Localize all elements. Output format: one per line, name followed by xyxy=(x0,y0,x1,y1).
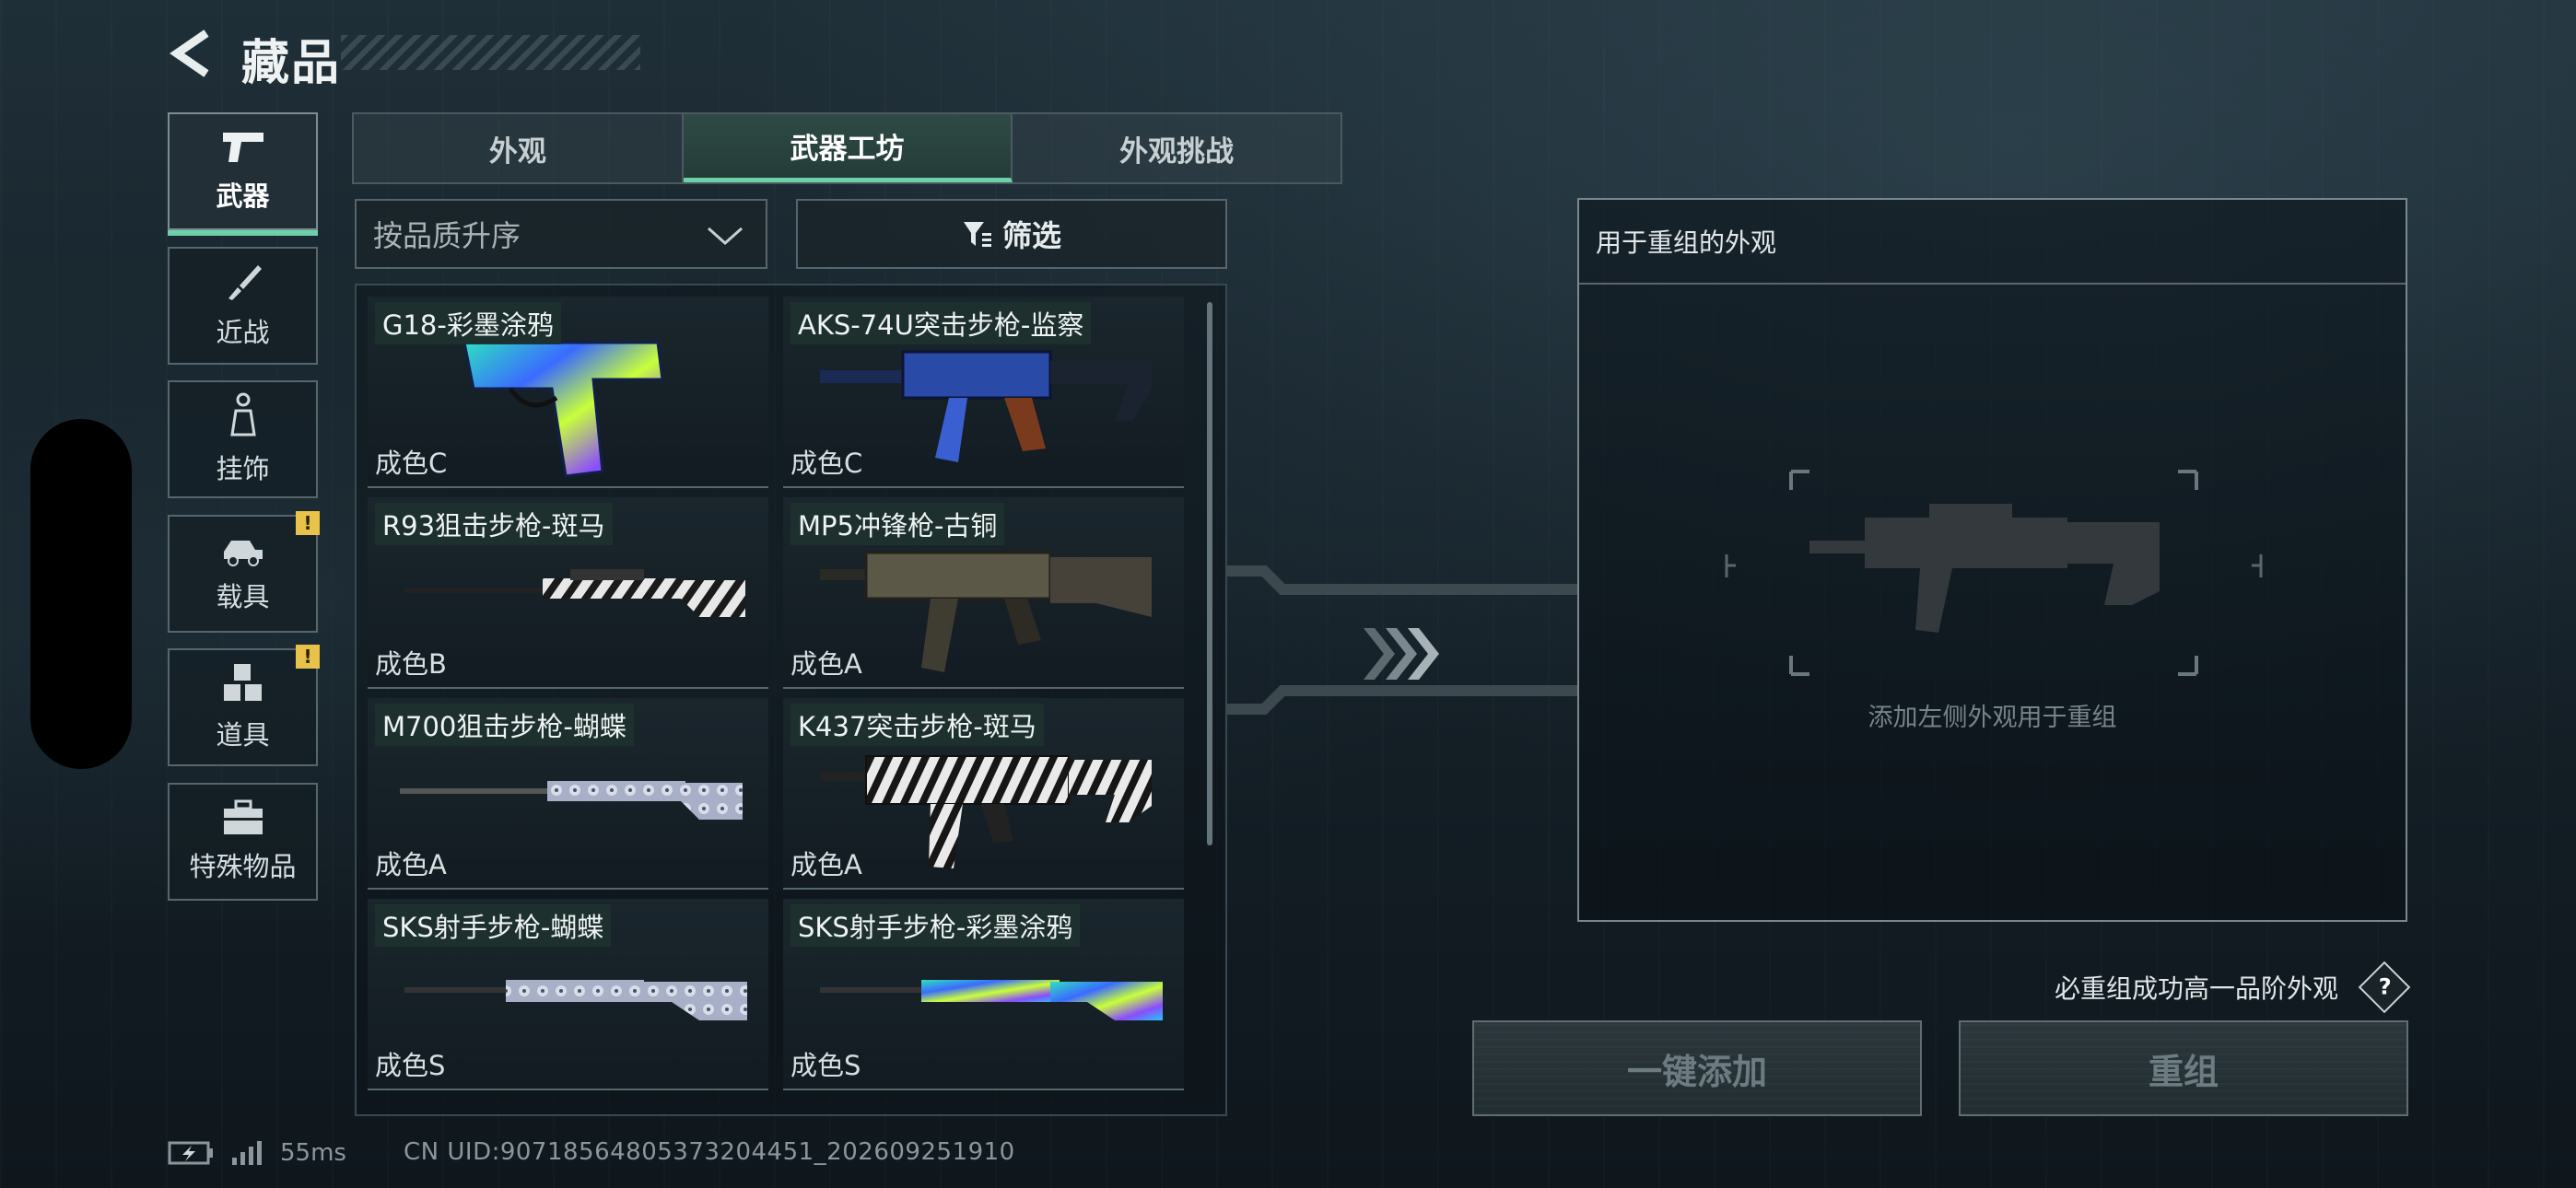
page-title: 藏品 xyxy=(241,36,342,91)
rifle-skin-image xyxy=(820,755,1152,868)
tab-bar: 外观 武器工坊 外观挑战 xyxy=(352,112,1342,184)
skin-card-k437[interactable]: K437突击步枪-斑马 成色A xyxy=(783,698,1184,890)
sort-dropdown[interactable]: 按品质升序 xyxy=(355,199,767,269)
reassemble-button[interactable]: 重组 xyxy=(1959,1020,2408,1116)
cubes-icon xyxy=(223,664,262,701)
category-items[interactable]: 道具 ! xyxy=(168,645,320,766)
skin-grade: 成色A xyxy=(790,849,862,880)
chevron-down-icon xyxy=(708,227,743,246)
title-decoration xyxy=(341,35,640,70)
category-label: 载具 xyxy=(216,581,270,612)
alert-badge: ! xyxy=(296,645,320,669)
skin-grade: 成色S xyxy=(790,1050,861,1081)
skin-grade: 成色A xyxy=(375,849,447,880)
skin-name: M700狙击步枪-蝴蝶 xyxy=(375,704,634,746)
filter-label: 筛选 xyxy=(1001,218,1061,253)
panel-title: 用于重组的外观 xyxy=(1579,200,2406,285)
empty-hint: 添加左侧外观用于重组 xyxy=(1868,704,2117,732)
category-special[interactable]: 特殊物品 xyxy=(168,783,318,901)
skin-grade: 成色S xyxy=(375,1050,446,1081)
active-indicator xyxy=(168,230,318,236)
skin-card-m700[interactable]: M700狙击步枪-蝴蝶 成色A xyxy=(368,698,768,890)
category-label: 武器 xyxy=(216,181,270,212)
smg-skin-image xyxy=(820,551,1152,672)
chevron-right-icon xyxy=(1364,628,1439,680)
rifle-skin-image xyxy=(820,350,1152,462)
category-melee[interactable]: 近战 xyxy=(168,247,318,365)
category-vehicles[interactable]: 载具 ! xyxy=(168,511,320,633)
category-charms[interactable]: 挂饰 xyxy=(168,380,318,498)
vehicle-icon xyxy=(223,541,263,566)
skin-name: AKS-74U突击步枪-监察 xyxy=(790,302,1092,344)
skin-name: SKS射手步枪-蝴蝶 xyxy=(375,904,612,947)
ping-value: 55ms xyxy=(280,1139,346,1167)
quick-add-button[interactable]: 一键添加 xyxy=(1472,1020,1922,1116)
skin-name: K437突击步枪-斑马 xyxy=(790,704,1044,746)
user-uid: CN UID:90718564805373204451_202609251910 xyxy=(404,1138,1015,1166)
category-label: 挂饰 xyxy=(216,453,270,484)
skin-card-sks-ink[interactable]: SKS射手步枪-彩墨涂鸦 成色S xyxy=(783,899,1184,1090)
tab-weapon-workshop[interactable]: 武器工坊 xyxy=(683,114,1013,182)
status-bar: 55ms xyxy=(168,1136,346,1170)
filter-button[interactable]: 筛选 xyxy=(796,199,1227,269)
question-icon: ? xyxy=(2378,973,2392,1000)
marksman-skin-image xyxy=(820,980,1163,1020)
pistol-icon xyxy=(222,133,263,162)
alert-badge: ! xyxy=(296,511,320,535)
guarantee-hint: 必重组成功高一品阶外观 xyxy=(2055,973,2339,1004)
side-handle xyxy=(30,419,132,769)
skin-grade: 成色A xyxy=(790,648,862,680)
empty-slot-rifle-icon xyxy=(1725,470,2263,676)
category-label: 特殊物品 xyxy=(189,851,297,882)
skin-name: G18-彩墨涂鸦 xyxy=(375,302,561,344)
skin-card-sks-butterfly[interactable]: SKS射手步枪-蝴蝶 成色S xyxy=(368,899,768,1090)
sniper-skin-image xyxy=(404,569,745,617)
reassemble-panel: 用于重组的外观 添加左侧外观用于重组 xyxy=(1577,198,2407,922)
sort-value: 按品质升序 xyxy=(373,218,521,253)
knife-icon xyxy=(228,265,262,300)
filter-icon xyxy=(963,222,991,247)
category-weapons[interactable]: 武器 xyxy=(168,112,318,236)
sniper-skin-image xyxy=(400,781,743,820)
tab-appearance-challenge[interactable]: 外观挑战 xyxy=(1013,114,1341,182)
category-label: 道具 xyxy=(216,719,270,751)
skin-grade: 成色C xyxy=(375,448,448,479)
back-arrow-icon[interactable] xyxy=(166,28,217,79)
skin-card-aks74u[interactable]: AKS-74U突击步枪-监察 成色C xyxy=(783,297,1184,488)
skin-name: R93狙击步枪-斑马 xyxy=(375,503,613,545)
skin-card-r93[interactable]: R93狙击步枪-斑马 成色B xyxy=(368,497,768,689)
pistol-skin-image xyxy=(463,341,664,478)
charm-icon xyxy=(229,392,256,437)
skin-card-mp5[interactable]: MP5冲锋枪-古铜 成色A xyxy=(783,497,1184,689)
skin-name: SKS射手步枪-彩墨涂鸦 xyxy=(790,904,1081,947)
signal-icon xyxy=(232,1141,262,1165)
skin-grade: 成色B xyxy=(375,648,447,680)
reassemble-label: 重组 xyxy=(2148,1051,2219,1092)
tab-appearance[interactable]: 外观 xyxy=(354,114,684,182)
battery-charging-icon xyxy=(168,1141,213,1165)
briefcase-icon xyxy=(223,799,263,834)
skin-card-g18[interactable]: G18-彩墨涂鸦 成色C xyxy=(368,297,768,488)
help-button[interactable]: ? xyxy=(2358,961,2411,1014)
skin-grid: G18-彩墨涂鸦 成色C AKS-74U突击步枪-监察 成色C R93狙击步枪-… xyxy=(355,284,1227,1116)
skin-name: MP5冲锋枪-古铜 xyxy=(790,503,1005,545)
skin-grade: 成色C xyxy=(790,448,863,479)
marksman-skin-image xyxy=(404,980,747,1020)
quick-add-label: 一键添加 xyxy=(1626,1051,1767,1092)
category-label: 近战 xyxy=(216,317,270,348)
scrollbar[interactable] xyxy=(1207,302,1212,845)
